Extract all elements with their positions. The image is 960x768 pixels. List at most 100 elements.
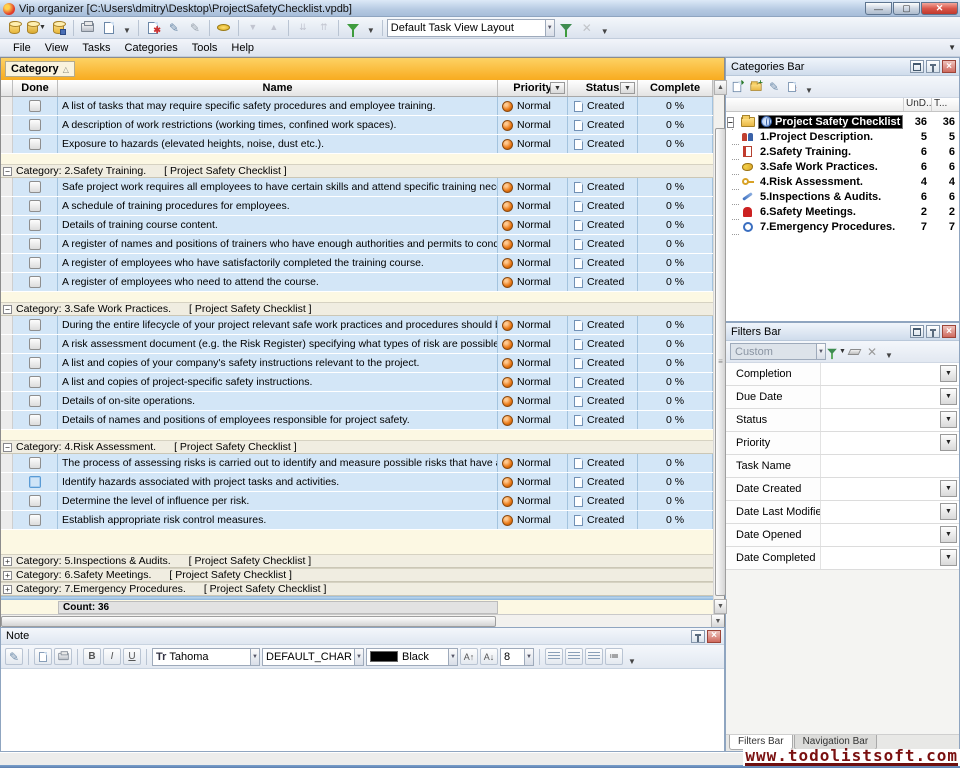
category-group-header[interactable]: − Category: 3.Safe Work Practices. [ Pro… [1, 302, 713, 316]
close-panel-icon[interactable] [942, 60, 956, 73]
column-header-done[interactable]: Done [13, 80, 58, 96]
task-row[interactable]: A schedule of training procedures for em… [1, 197, 713, 216]
filter-dropdown-icon[interactable]: ▼ [940, 434, 957, 451]
task-row[interactable]: A list of tasks that may require specifi… [1, 97, 713, 116]
task-view-layout-combo[interactable]: Default Task View Layout ▼ [387, 19, 555, 37]
category-group-header[interactable]: + Category: 5.Inspections & Audits. [ Pr… [1, 554, 713, 568]
clear-filter-icon[interactable]: ✕ [864, 345, 880, 359]
task-row[interactable]: During the entire lifecycle of your proj… [1, 316, 713, 335]
done-checkbox[interactable] [29, 414, 41, 426]
column-header-name[interactable]: Name [58, 80, 498, 96]
category-tree-item[interactable]: 1.Project Description. 5 5 [726, 129, 959, 144]
preview-note-button[interactable] [34, 648, 52, 665]
pin-icon[interactable] [926, 325, 940, 338]
category-tree-item[interactable]: 2.Safety Training. 6 6 [726, 144, 959, 159]
tree-item-label[interactable]: 7.Emergency Procedures. [758, 221, 903, 233]
category-tree-item[interactable]: 5.Inspections & Audits. 6 6 [726, 189, 959, 204]
filter-value-field[interactable] [821, 386, 940, 408]
task-row[interactable]: A risk assessment document (e.g. the Ris… [1, 335, 713, 354]
delete-category-icon[interactable]: × [784, 80, 800, 94]
new-task-icon[interactable]: ✱ [143, 19, 163, 37]
menu-item-view[interactable]: View [38, 40, 76, 56]
shrink-font-button[interactable]: A↓ [480, 648, 498, 665]
scroll-up-icon[interactable]: ▲ [714, 80, 727, 95]
horizontal-scroll-thumb[interactable] [1, 616, 496, 627]
font-color-combo[interactable]: Black ▼ [366, 648, 458, 666]
done-checkbox[interactable] [29, 357, 41, 369]
italic-button[interactable]: I [103, 648, 121, 665]
scroll-down-icon[interactable]: ▼ [714, 599, 727, 614]
move-down-icon[interactable]: ▼ [243, 19, 263, 37]
filter-preset-combo[interactable]: Custom ▼ [730, 343, 826, 360]
total-column-header[interactable]: T... [931, 98, 959, 111]
task-row[interactable]: Details of training course content. Norm… [1, 216, 713, 235]
toolbar-overflow-icon[interactable]: ▼ [120, 26, 134, 35]
done-checkbox[interactable] [29, 276, 41, 288]
filter-dropdown-icon[interactable]: ▼ [940, 411, 957, 428]
category-group-header[interactable]: − Category: 4.Risk Assessment. [ Project… [1, 440, 713, 454]
column-header-complete[interactable]: Complete [638, 80, 713, 96]
filters-toolbar-overflow-icon[interactable]: ▼ [882, 351, 896, 360]
category-group-header[interactable]: + Category: 7.Emergency Procedures. [ Pr… [1, 582, 713, 596]
char-style-dropdown-icon[interactable]: ▼ [354, 649, 363, 665]
scroll-corner-icon[interactable]: ▼ [711, 615, 724, 627]
align-center-button[interactable] [565, 648, 583, 665]
category-group-header[interactable]: + Category: 6.Safety Meetings. [ Project… [1, 568, 713, 582]
char-style-combo[interactable]: DEFAULT_CHAR ▼ [262, 648, 364, 666]
tree-item-label[interactable]: 1.Project Description. [758, 131, 903, 143]
expander-icon[interactable]: + [3, 571, 12, 580]
move-top-icon[interactable]: ⇈ [314, 19, 334, 37]
menu-item-help[interactable]: Help [224, 40, 261, 56]
done-checkbox[interactable] [29, 219, 41, 231]
vertical-scroll-thumb[interactable] [715, 128, 726, 596]
category-tree-item[interactable]: 4.Risk Assessment. 4 4 [726, 174, 959, 189]
status-filter-dropdown-icon[interactable]: ▼ [620, 82, 635, 94]
filter-preset-dropdown-icon[interactable]: ▼ [816, 344, 825, 359]
highlight-icon[interactable] [214, 19, 234, 37]
restore-panel-icon[interactable] [910, 325, 924, 338]
edit-note-button[interactable]: ✎ [5, 648, 23, 665]
tree-item-label[interactable]: 4.Risk Assessment. [758, 176, 903, 188]
category-tree-item[interactable]: 6.Safety Meetings. 2 2 [726, 204, 959, 219]
menu-item-tools[interactable]: Tools [185, 40, 225, 56]
task-row[interactable]: Identify hazards associated with project… [1, 473, 713, 492]
done-checkbox[interactable] [29, 495, 41, 507]
maximize-button[interactable]: ▢ [893, 2, 920, 15]
new-database-icon[interactable] [4, 19, 24, 37]
pin-icon[interactable] [926, 60, 940, 73]
done-checkbox[interactable] [29, 338, 41, 350]
expander-icon[interactable]: + [3, 585, 12, 594]
done-checkbox[interactable] [29, 119, 41, 131]
task-row[interactable]: Exposure to hazards (elevated heights, n… [1, 135, 713, 154]
task-row[interactable]: The process of assessing risks is carrie… [1, 454, 713, 473]
filter-value-field[interactable] [821, 409, 940, 431]
task-row[interactable]: Establish appropriate risk control measu… [1, 511, 713, 530]
column-header-priority[interactable]: Priority▼ [498, 80, 568, 96]
align-left-button[interactable] [545, 648, 563, 665]
close-panel-icon[interactable] [942, 325, 956, 338]
note-toolbar-overflow-icon[interactable]: ▼ [625, 657, 639, 666]
done-checkbox[interactable] [29, 200, 41, 212]
minimize-button[interactable]: — [865, 2, 892, 15]
tree-item-label[interactable]: 3.Safe Work Practices. [758, 161, 903, 173]
bullet-list-button[interactable]: ≔ [605, 648, 623, 665]
filter-value-field[interactable] [821, 478, 940, 500]
task-row[interactable]: A register of employees who need to atte… [1, 273, 713, 292]
category-tree-item[interactable]: 7.Emergency Procedures. 7 7 [726, 219, 959, 234]
note-close-icon[interactable] [707, 630, 721, 643]
print-note-button[interactable] [54, 648, 72, 665]
menu-item-tasks[interactable]: Tasks [75, 40, 117, 56]
task-row[interactable]: Details of on-site operations. Normal Cr… [1, 392, 713, 411]
font-name-combo[interactable]: Tr Tahoma ▼ [152, 648, 260, 666]
new-task-list-icon[interactable]: ➜ [730, 80, 746, 94]
expander-icon[interactable]: − [3, 305, 12, 314]
task-row[interactable]: A list and copies of project-specific sa… [1, 373, 713, 392]
close-button[interactable]: ✕ [921, 2, 958, 15]
expander-icon[interactable]: − [3, 443, 12, 452]
restore-panel-icon[interactable] [910, 60, 924, 73]
tree-item-root[interactable]: − Project Safety Checklist 36 36 [726, 114, 959, 129]
align-right-button[interactable] [585, 648, 603, 665]
toolbar-overflow-icon[interactable]: ▼ [598, 27, 612, 36]
color-dropdown-icon[interactable]: ▼ [448, 649, 457, 665]
apply-layout-button[interactable] [556, 19, 576, 37]
